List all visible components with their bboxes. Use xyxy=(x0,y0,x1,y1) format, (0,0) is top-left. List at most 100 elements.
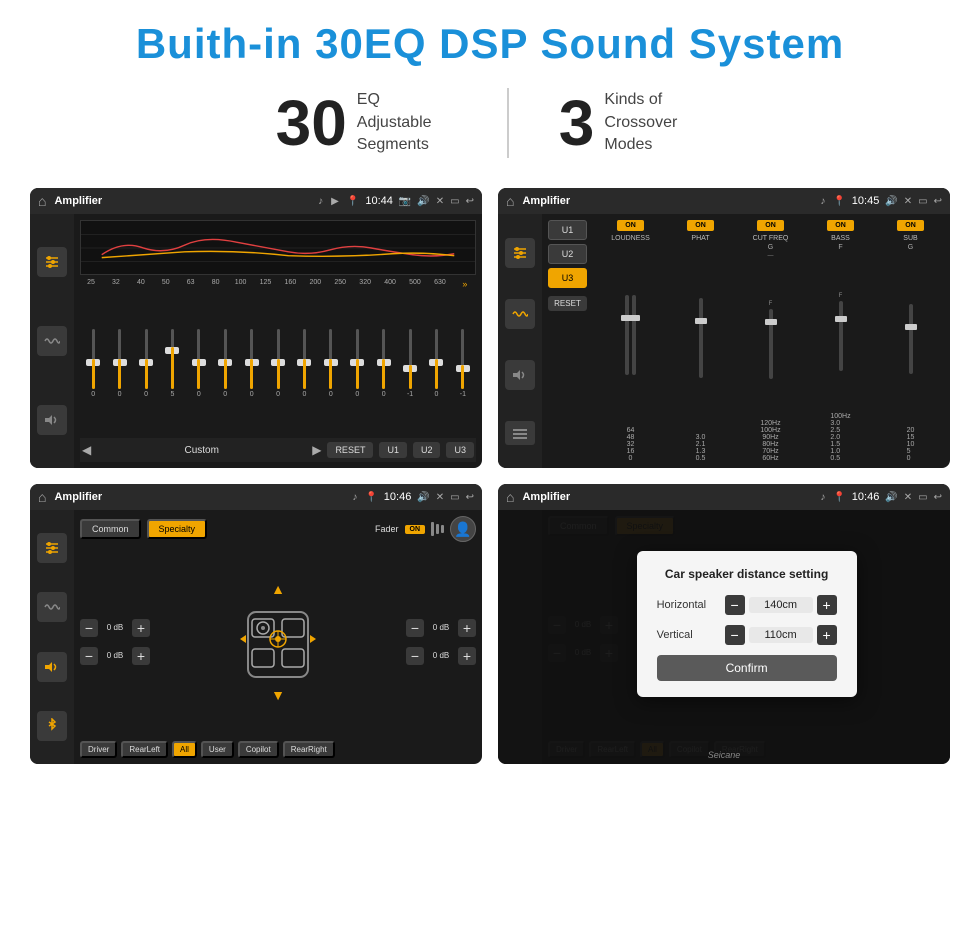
preset-u3[interactable]: U3 xyxy=(548,268,587,288)
eq-slider-12[interactable]: 0 xyxy=(372,329,394,398)
preset-u2[interactable]: U2 xyxy=(548,244,587,264)
music-icon-2: ♪ xyxy=(820,196,825,207)
u3-btn[interactable]: U3 xyxy=(446,442,474,458)
eq-tune-btn[interactable] xyxy=(37,247,67,277)
xover-vol-btn[interactable] xyxy=(505,360,535,390)
eq-slider-10[interactable]: 0 xyxy=(320,329,342,398)
ch-loudness: ON LOUDNESS xyxy=(597,220,664,462)
back-icon[interactable]: ↩ xyxy=(466,196,474,207)
zone-user[interactable]: User xyxy=(201,741,234,758)
xover-tune-btn[interactable] xyxy=(505,238,535,268)
db-row-1: − 0 dB + xyxy=(80,619,150,637)
home-icon[interactable]: ⌂ xyxy=(38,193,46,209)
location-icon-4: 📍 xyxy=(833,492,845,503)
eq-slider-5[interactable]: 0 xyxy=(188,329,210,398)
horizontal-label: Horizontal xyxy=(657,599,717,611)
phat-on[interactable]: ON xyxy=(687,220,714,231)
zone-driver[interactable]: Driver xyxy=(80,741,117,758)
tab-common[interactable]: Common xyxy=(80,519,141,539)
screen4-time: 10:46 xyxy=(852,491,880,503)
cutfreq-on[interactable]: ON xyxy=(757,220,784,231)
bass-on[interactable]: ON xyxy=(827,220,854,231)
db2-minus[interactable]: − xyxy=(80,647,98,665)
screen-crossover: ⌂ Amplifier ♪ 📍 10:45 🔊 ✕ ▭ ↩ xyxy=(498,188,950,468)
db4-minus[interactable]: − xyxy=(406,647,424,665)
arrow-up[interactable]: ▲ xyxy=(271,581,285,597)
window-icon-4: ▭ xyxy=(918,492,927,503)
close-icon[interactable]: ✕ xyxy=(436,196,444,207)
home-icon-3[interactable]: ⌂ xyxy=(38,489,46,505)
home-icon-4[interactable]: ⌂ xyxy=(506,489,514,505)
loudness-on[interactable]: ON xyxy=(617,220,644,231)
db1-plus[interactable]: + xyxy=(132,619,150,637)
xover-wave-btn[interactable] xyxy=(505,299,535,329)
stat-crossover: 3 Kinds of Crossover Modes xyxy=(509,89,755,156)
zone-rearright[interactable]: RearRight xyxy=(283,741,335,758)
tab-specialty[interactable]: Specialty xyxy=(147,519,208,539)
prev-btn[interactable]: ◀ xyxy=(82,443,91,457)
reset-btn[interactable]: RESET xyxy=(327,442,373,458)
home-icon-2[interactable]: ⌂ xyxy=(506,193,514,209)
zone-rearleft[interactable]: RearLeft xyxy=(121,741,168,758)
screen2-body: U1 U2 U3 RESET ON LOUDNESS xyxy=(498,214,950,468)
screen1-body: 25 32 40 50 63 80 100 125 160 200 250 32… xyxy=(30,214,482,468)
avatar-icon[interactable]: 👤 xyxy=(450,516,476,542)
sp-bt-btn[interactable] xyxy=(37,711,67,741)
db1-minus[interactable]: − xyxy=(80,619,98,637)
close-icon-3[interactable]: ✕ xyxy=(436,492,444,503)
stat-crossover-number: 3 xyxy=(559,91,595,155)
sp-vol-btn[interactable] xyxy=(37,652,67,682)
eq-slider-8[interactable]: 0 xyxy=(267,329,289,398)
horizontal-plus[interactable]: + xyxy=(817,595,837,615)
back-icon-3[interactable]: ↩ xyxy=(466,492,474,503)
db-row-3: − 0 dB + xyxy=(406,619,476,637)
vertical-plus[interactable]: + xyxy=(817,625,837,645)
u1-btn[interactable]: U1 xyxy=(379,442,407,458)
zone-copilot[interactable]: Copilot xyxy=(238,741,279,758)
close-icon-2[interactable]: ✕ xyxy=(904,196,912,207)
xover-reset-btn[interactable]: RESET xyxy=(548,296,587,311)
speaker-sidebar xyxy=(30,510,74,764)
eq-slider-4[interactable]: 5 xyxy=(161,329,183,398)
next-icon[interactable]: » xyxy=(456,279,474,289)
phat-label: PHAT xyxy=(691,235,709,242)
eq-slider-11[interactable]: 0 xyxy=(346,329,368,398)
confirm-button[interactable]: Confirm xyxy=(657,655,837,681)
back-icon-4[interactable]: ↩ xyxy=(934,492,942,503)
xover-extra-btn[interactable] xyxy=(505,421,535,445)
channels-area: ON LOUDNESS xyxy=(597,220,944,462)
eq-slider-6[interactable]: 0 xyxy=(214,329,236,398)
eq-slider-7[interactable]: 0 xyxy=(240,329,262,398)
eq-slider-3[interactable]: 0 xyxy=(135,329,157,398)
horizontal-minus[interactable]: − xyxy=(725,595,745,615)
sp-wave-btn[interactable] xyxy=(37,592,67,622)
db3-minus[interactable]: − xyxy=(406,619,424,637)
next-btn[interactable]: ▶ xyxy=(312,443,321,457)
location-icon: 📍 xyxy=(347,196,359,207)
vertical-minus[interactable]: − xyxy=(725,625,745,645)
eq-vol-btn[interactable] xyxy=(37,405,67,435)
sp-tune-btn[interactable] xyxy=(37,533,67,563)
eq-slider-13[interactable]: -1 xyxy=(399,329,421,398)
eq-slider-1[interactable]: 0 xyxy=(82,329,104,398)
eq-slider-9[interactable]: 0 xyxy=(293,329,315,398)
eq-sliders[interactable]: 0 0 xyxy=(80,293,476,434)
ch-bass: ON BASS F F 100Hz xyxy=(807,220,874,462)
eq-wave-btn[interactable] xyxy=(37,326,67,356)
close-icon-4[interactable]: ✕ xyxy=(904,492,912,503)
eq-slider-2[interactable]: 0 xyxy=(108,329,130,398)
sub-on[interactable]: ON xyxy=(897,220,924,231)
eq-slider-15[interactable]: -1 xyxy=(452,329,474,398)
zone-all[interactable]: All xyxy=(172,741,197,758)
eq-slider-14[interactable]: 0 xyxy=(425,329,447,398)
screen2-title: Amplifier xyxy=(522,195,812,207)
db3-plus[interactable]: + xyxy=(458,619,476,637)
preset-u1[interactable]: U1 xyxy=(548,220,587,240)
db2-plus[interactable]: + xyxy=(132,647,150,665)
back-icon-2[interactable]: ↩ xyxy=(934,196,942,207)
db4-plus[interactable]: + xyxy=(458,647,476,665)
u2-btn[interactable]: U2 xyxy=(413,442,441,458)
arrow-down[interactable]: ▼ xyxy=(271,687,285,703)
window-icon: ▭ xyxy=(450,196,459,207)
music-icon: ♪ xyxy=(318,196,323,207)
